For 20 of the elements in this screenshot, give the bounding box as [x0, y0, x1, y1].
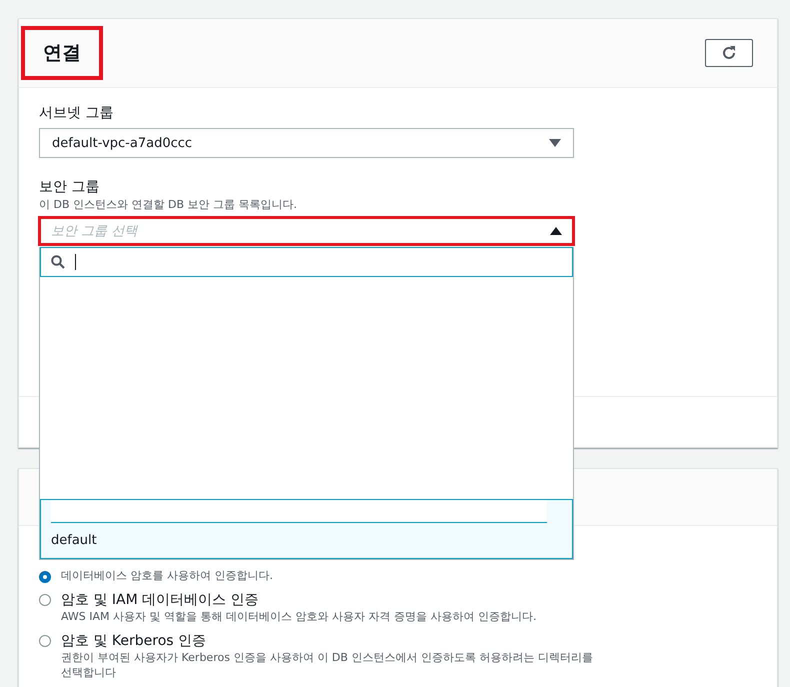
option-title: 암호 및 IAM 데이터베이스 인증 — [61, 591, 260, 609]
radio-button[interactable] — [39, 594, 51, 606]
search-icon — [51, 255, 65, 269]
radio-button[interactable] — [39, 571, 51, 583]
search-field[interactable] — [40, 247, 573, 277]
subnet-group-select[interactable]: default-vpc-a7ad0ccc — [39, 128, 574, 158]
dropdown-option[interactable]: default — [40, 499, 573, 559]
option-description: 권한이 부여된 사용자가 Kerberos 인증을 사용하여 이 DB 인스턴스에서 인증하도록 허용하려는 디렉터리를 선택합니다 — [61, 650, 594, 680]
option-title: 암호 및 Kerberos 인증 — [61, 632, 208, 650]
refresh-button[interactable] — [705, 39, 753, 67]
caret-icon — [550, 227, 562, 235]
option-description: AWS IAM 사용자 및 역할을 통해 데이터베이스 암호와 사용자 자격 증명을 사용하여 인증합니다. — [61, 609, 538, 624]
field-label: 서브넷 그룹 — [39, 104, 114, 122]
card-title: 연결 — [21, 26, 103, 80]
field-label: 보안 그룹 — [39, 178, 100, 196]
field-description: 이 DB 인스턴스와 연결할 DB 보안 그룹 목록입니다. — [39, 197, 298, 212]
refresh-icon — [721, 45, 737, 61]
radio-button[interactable] — [39, 635, 51, 647]
caret-icon — [549, 139, 561, 147]
option-description: 데이터베이스 암호를 사용하여 인증합니다. — [61, 568, 274, 583]
